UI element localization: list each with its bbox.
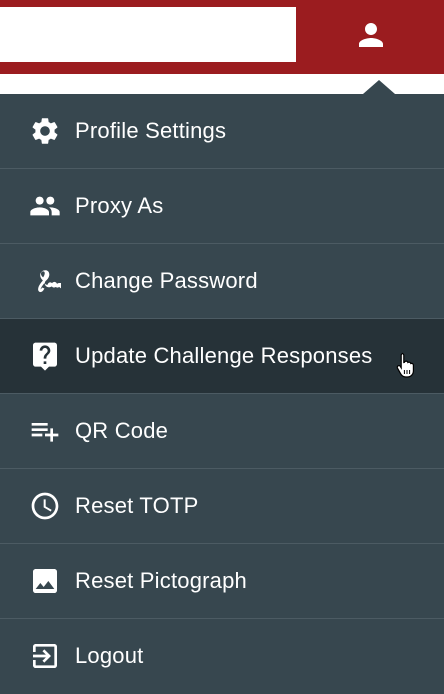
user-menu-button[interactable] (298, 0, 444, 74)
playlist-add-icon (29, 415, 61, 447)
menu-caret (363, 80, 395, 94)
account-icon (353, 17, 389, 58)
search-input[interactable] (0, 7, 296, 62)
menu-item-label: Reset TOTP (75, 493, 199, 518)
menu-item-label: Profile Settings (75, 118, 227, 143)
logout-icon (29, 640, 61, 672)
user-dropdown-menu: Profile Settings Proxy As Change Passwor… (0, 94, 444, 694)
menu-item-label: QR Code (75, 418, 169, 443)
menu-item-qr-code[interactable]: QR Code (0, 394, 444, 469)
menu-item-label: Logout (75, 643, 144, 668)
menu-item-reset-totp[interactable]: Reset TOTP (0, 469, 444, 544)
menu-item-reset-pictograph[interactable]: Reset Pictograph (0, 544, 444, 619)
menu-item-label: Proxy As (75, 193, 164, 218)
clock-icon (29, 490, 61, 522)
people-icon (29, 190, 61, 222)
menu-item-label: Reset Pictograph (75, 568, 247, 593)
menu-item-label: Change Password (75, 268, 258, 293)
menu-item-label: Update Challenge Responses (75, 343, 373, 368)
menu-item-change-password[interactable]: Change Password (0, 244, 444, 319)
signature-icon (29, 265, 61, 297)
menu-item-proxy-as[interactable]: Proxy As (0, 169, 444, 244)
hand-cursor-icon (396, 352, 414, 378)
menu-item-logout[interactable]: Logout (0, 619, 444, 693)
menu-item-update-challenge-responses[interactable]: Update Challenge Responses (0, 319, 444, 394)
question-icon (29, 340, 61, 372)
menu-item-profile-settings[interactable]: Profile Settings (0, 94, 444, 169)
top-bar (0, 0, 444, 74)
image-icon (29, 565, 61, 597)
gear-icon (29, 115, 61, 147)
